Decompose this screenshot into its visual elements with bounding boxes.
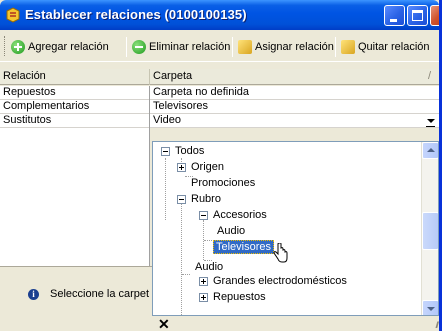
table-row[interactable]: Sustitutos Video	[0, 114, 439, 128]
toolbar: Agregar relación Eliminar relación Asign…	[0, 30, 439, 62]
add-relation-button[interactable]: Agregar relación	[11, 38, 109, 56]
close-dropdown-icon[interactable]: ✕	[158, 316, 170, 331]
info-panel: i Seleccione la carpet	[0, 266, 152, 331]
tree-vertical-scrollbar[interactable]	[421, 142, 438, 315]
add-relation-label: Agregar relación	[28, 41, 109, 53]
toolbar-separator	[232, 37, 233, 57]
info-text: Seleccione la carpet	[50, 288, 150, 300]
tree-node-repuestos[interactable]: Repuestos	[199, 290, 268, 304]
toolbar-separator	[126, 37, 127, 57]
tree-node-todos[interactable]: Todos	[161, 144, 206, 158]
assign-relation-button[interactable]: Asignar relación	[238, 38, 334, 56]
info-icon: i	[28, 289, 39, 300]
relacion-cell: Sustitutos	[0, 114, 150, 128]
collapse-icon[interactable]	[199, 211, 208, 220]
minimize-button[interactable]	[384, 5, 405, 26]
dropdown-underline	[426, 126, 435, 127]
table-row[interactable]: Repuestos Carpeta no definida	[0, 86, 439, 100]
expand-icon[interactable]	[199, 277, 208, 286]
tree-connector	[165, 158, 166, 220]
column-header-carpeta[interactable]: Carpeta	[150, 69, 425, 85]
dialog-window: Establecer relaciones (0100100135) Agreg…	[0, 0, 442, 331]
scroll-up-button[interactable]	[422, 142, 438, 159]
scroll-down-button[interactable]	[422, 300, 438, 315]
tree-node-televisores[interactable]: Televisores	[213, 240, 275, 254]
column-header-extra: /	[428, 70, 432, 82]
tree-node-origen[interactable]: Origen	[177, 160, 226, 174]
maximize-icon	[412, 10, 423, 21]
add-icon	[11, 40, 25, 54]
assign-relation-label: Asignar relación	[255, 41, 334, 53]
tree-connector	[204, 240, 212, 241]
table-row[interactable]: Complementarios Televisores	[0, 100, 439, 114]
column-header-relacion[interactable]: Relación	[0, 69, 150, 85]
tree-node-grandes-electrodomesticos[interactable]: Grandes electrodomésticos	[199, 274, 349, 288]
selected-node-label: Televisores	[213, 240, 275, 254]
collapse-icon[interactable]	[177, 195, 186, 204]
remove-icon	[132, 40, 146, 54]
toolbar-separator	[335, 37, 336, 57]
expand-icon[interactable]	[199, 293, 208, 302]
tree-node-rubro[interactable]: Rubro	[177, 192, 223, 206]
minimize-icon	[390, 19, 397, 22]
title-bar[interactable]: Establecer relaciones (0100100135)	[0, 0, 439, 30]
expand-icon[interactable]	[177, 163, 186, 172]
tree-connector	[181, 202, 182, 315]
tree-connector	[182, 274, 190, 275]
empty-relacion-column	[0, 128, 150, 266]
carpeta-combo[interactable]: Video	[150, 114, 439, 128]
relacion-cell: Complementarios	[0, 100, 150, 114]
unlink-icon	[341, 40, 355, 54]
grid-header: Relación Carpeta /	[0, 69, 439, 85]
tree-node-accesorios[interactable]: Accesorios	[199, 208, 269, 222]
tree-content: Todos Origen Promociones Rubro Accesorio…	[153, 142, 423, 315]
dropdown-footer: ✕ ///	[152, 316, 439, 331]
tree-node-audio-2[interactable]: Audio	[191, 260, 225, 274]
tree-node-audio[interactable]: Audio	[213, 224, 247, 238]
maximize-button[interactable]	[407, 5, 428, 26]
carpeta-dropdown-button[interactable]	[423, 114, 439, 128]
window-title: Establecer relaciones (0100100135)	[25, 7, 247, 22]
link-icon	[238, 40, 252, 54]
carpeta-cell: Carpeta no definida	[153, 86, 250, 98]
remove-relation-button[interactable]: Eliminar relación	[132, 38, 230, 56]
mouse-pointer-hand-icon	[273, 243, 288, 263]
tree-node-promociones[interactable]: Promociones	[177, 176, 257, 190]
close-window-button[interactable]	[430, 5, 439, 26]
unassign-relation-button[interactable]: Quitar relación	[341, 38, 430, 56]
collapse-icon[interactable]	[161, 147, 170, 156]
carpeta-cell: Televisores	[153, 100, 209, 112]
relacion-cell: Repuestos	[0, 86, 150, 100]
relations-app-icon	[6, 7, 20, 23]
resize-grip-icon[interactable]: ///	[435, 320, 438, 330]
folder-tree-dropdown[interactable]: Todos Origen Promociones Rubro Accesorio…	[152, 141, 439, 316]
scroll-thumb[interactable]	[422, 212, 438, 250]
remove-relation-label: Eliminar relación	[149, 41, 231, 53]
relations-grid: Relación Carpeta / Repuestos Carpeta no …	[0, 69, 439, 331]
unassign-relation-label: Quitar relación	[358, 41, 430, 53]
